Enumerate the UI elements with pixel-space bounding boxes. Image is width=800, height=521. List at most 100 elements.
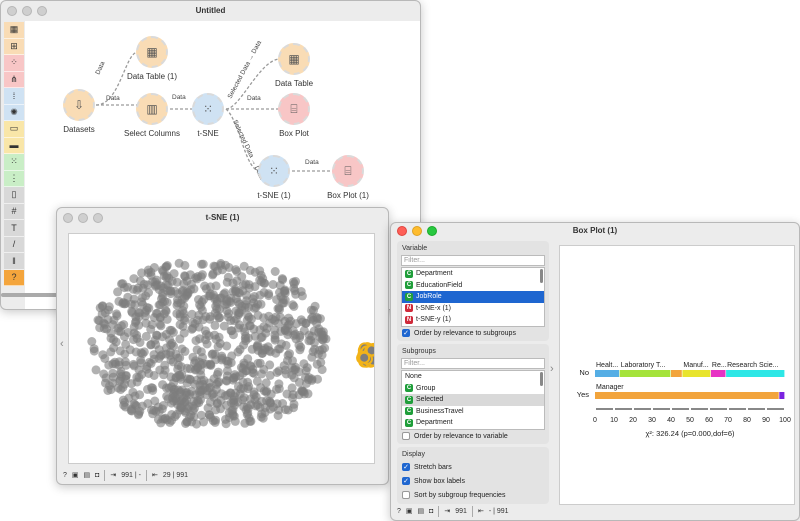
data-point[interactable] <box>239 402 249 412</box>
data-point[interactable] <box>252 341 262 351</box>
bar-segment[interactable] <box>682 370 711 377</box>
data-point[interactable] <box>260 345 270 355</box>
data-point[interactable] <box>250 331 260 341</box>
data-point[interactable] <box>98 350 108 360</box>
data-point[interactable] <box>288 356 297 366</box>
data-point[interactable] <box>221 260 230 270</box>
data-point[interactable] <box>288 393 298 403</box>
minimize-button[interactable] <box>412 226 422 236</box>
data-point[interactable] <box>244 280 254 290</box>
data-point[interactable] <box>280 316 290 326</box>
data-point[interactable] <box>162 262 171 272</box>
list-item[interactable]: C JobRole <box>402 291 544 303</box>
data-point[interactable] <box>175 372 185 382</box>
data-point[interactable] <box>223 272 233 282</box>
data-point[interactable] <box>265 398 275 408</box>
subgroups-filter-input[interactable]: Filter... <box>401 358 545 369</box>
data-point[interactable] <box>208 270 218 280</box>
data-point[interactable] <box>187 279 196 289</box>
data-point[interactable] <box>270 316 280 325</box>
network-icon[interactable]: ⋮ <box>4 170 24 187</box>
data-point[interactable] <box>136 358 146 368</box>
display-option-checkbox[interactable]: ✓ Stretch bars <box>399 460 547 474</box>
data-point[interactable] <box>231 284 241 294</box>
data-point[interactable] <box>273 344 283 354</box>
data-point[interactable] <box>220 288 230 298</box>
data-point[interactable] <box>129 359 138 369</box>
tsne-scatter-plot[interactable] <box>68 233 380 464</box>
data-point[interactable] <box>116 385 126 394</box>
window-controls[interactable] <box>7 6 47 16</box>
list-item[interactable]: C Department <box>402 268 544 280</box>
bar-segment[interactable] <box>619 370 671 377</box>
data-point[interactable] <box>106 328 116 338</box>
minimize-button[interactable] <box>22 6 32 16</box>
list-item[interactable]: C Group <box>402 383 544 395</box>
pause-icon[interactable]: ‖ <box>4 253 24 270</box>
data-point[interactable] <box>245 265 255 275</box>
data-point[interactable] <box>290 329 300 339</box>
data-point[interactable] <box>160 365 170 375</box>
data-point[interactable] <box>256 270 266 280</box>
data-point[interactable] <box>312 359 322 369</box>
data-point[interactable] <box>114 357 124 367</box>
data-point[interactable] <box>268 280 278 289</box>
data-point[interactable] <box>288 277 298 287</box>
data-point[interactable] <box>237 305 247 315</box>
data-point[interactable] <box>256 383 266 393</box>
data-point[interactable] <box>146 358 156 368</box>
data-point[interactable] <box>132 285 142 295</box>
data-point[interactable] <box>242 410 252 419</box>
tsne-window-titlebar[interactable]: t-SNE (1) <box>57 208 388 228</box>
bar-segment[interactable] <box>779 392 785 399</box>
data-point[interactable] <box>222 341 232 351</box>
data-point[interactable] <box>233 347 243 357</box>
data-point[interactable] <box>158 401 168 410</box>
data-point[interactable] <box>148 383 157 393</box>
display-option-checkbox[interactable]: Sort by subgroup frequencies <box>399 488 547 502</box>
data-point[interactable] <box>103 386 113 395</box>
data-point[interactable] <box>196 395 205 405</box>
list-item[interactable]: Nt-SNE-x (1) <box>402 303 544 315</box>
data-point[interactable] <box>127 306 137 316</box>
dots-icon[interactable]: ⁙ <box>4 154 24 171</box>
data-point[interactable] <box>167 325 177 335</box>
zoom-button[interactable] <box>427 226 437 236</box>
save-icon[interactable]: ▣ <box>72 471 79 479</box>
data-point[interactable] <box>119 320 129 330</box>
report-icon[interactable]: ▤ <box>84 471 91 479</box>
data-point[interactable] <box>265 360 275 370</box>
data-point[interactable] <box>156 351 165 361</box>
data-point[interactable] <box>151 280 161 290</box>
data-point[interactable] <box>239 384 248 393</box>
data-point[interactable] <box>118 395 128 405</box>
data-point[interactable] <box>193 363 203 373</box>
pen-icon[interactable]: / <box>4 236 24 253</box>
data-point[interactable] <box>204 331 214 341</box>
node-data-table[interactable]: ▦ Data Table <box>249 43 339 88</box>
data-point[interactable] <box>155 313 165 323</box>
data-point[interactable] <box>317 330 327 340</box>
data-point[interactable] <box>180 315 189 325</box>
window-controls[interactable] <box>63 213 103 223</box>
data-point[interactable] <box>217 355 227 365</box>
data-point[interactable] <box>165 350 175 360</box>
data-point[interactable] <box>182 417 192 427</box>
scatter-icon[interactable]: ⁘ <box>4 55 24 72</box>
data-point[interactable] <box>138 349 148 359</box>
data-point[interactable] <box>253 358 263 368</box>
data-point[interactable] <box>104 305 113 315</box>
node-box-plot-1[interactable]: ⌸ Box Plot (1) <box>303 155 393 200</box>
data-point[interactable] <box>87 337 97 346</box>
data-point[interactable] <box>190 319 200 329</box>
data-point[interactable] <box>109 315 119 325</box>
help-icon[interactable]: ? <box>397 508 401 515</box>
camera-icon[interactable]: ◘ <box>95 472 99 479</box>
zoom-button[interactable] <box>93 213 103 223</box>
data-point[interactable] <box>277 274 287 284</box>
data-point[interactable] <box>179 279 189 289</box>
text-icon[interactable]: T <box>4 220 24 237</box>
bar-segment[interactable] <box>671 370 682 377</box>
data-point[interactable] <box>175 353 185 363</box>
data-point[interactable] <box>215 304 225 314</box>
